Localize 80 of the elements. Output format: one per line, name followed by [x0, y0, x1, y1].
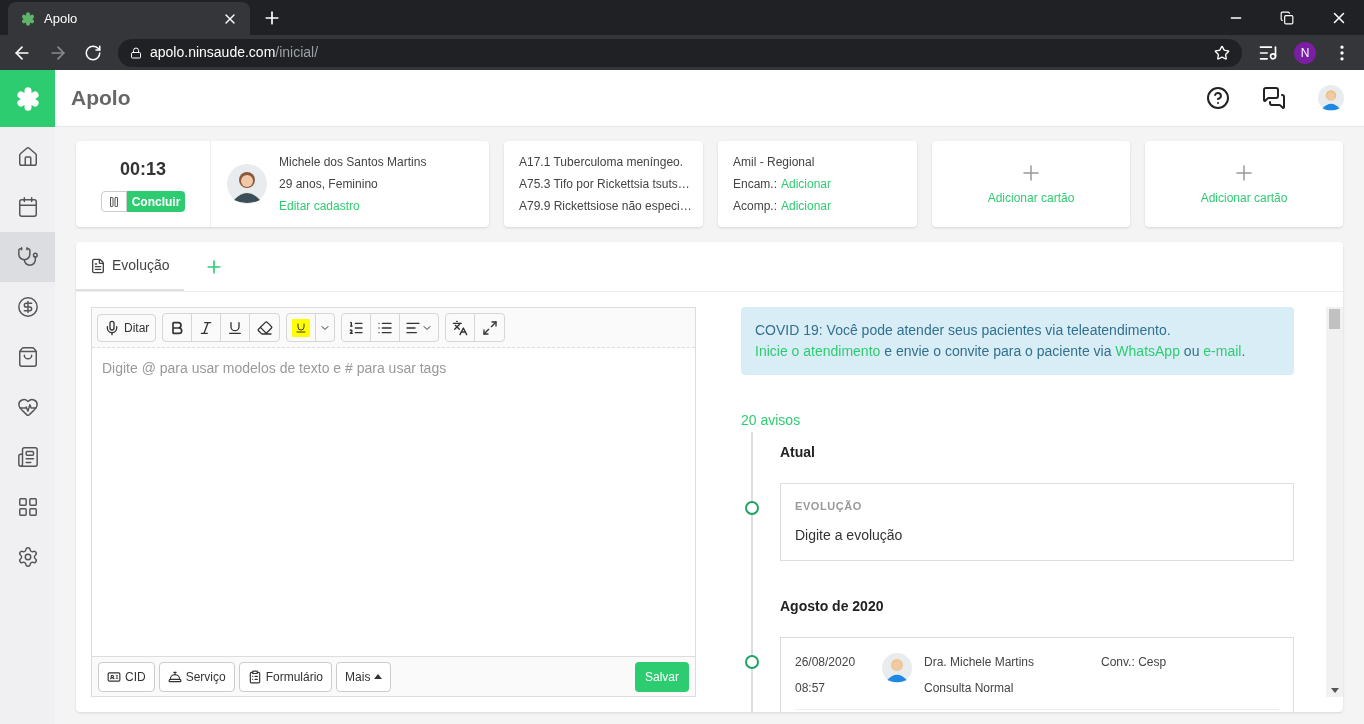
notice-link[interactable]: WhatsApp: [1115, 343, 1180, 359]
translate-icon: [452, 319, 469, 336]
editor-input[interactable]: Digite @ para usar modelos de texto e # para usar tags: [92, 348, 695, 656]
stethoscope-icon: [16, 246, 39, 268]
help-icon[interactable]: [1206, 86, 1230, 110]
sidebar-item[interactable]: [0, 232, 55, 282]
url-text: apolo.ninsaude.com/inicial/: [150, 43, 320, 62]
calendar-icon: [16, 196, 39, 218]
group-title: Agosto de 2020: [780, 596, 885, 616]
reload-icon[interactable]: [84, 43, 102, 62]
insurance-text: Conv.: Cesp: [1101, 653, 1167, 671]
add-link[interactable]: Adicionar: [781, 175, 832, 193]
heartbeat-icon: [16, 396, 39, 418]
user-avatar: [1318, 85, 1344, 111]
settings-icon: [16, 546, 39, 568]
chat-icon[interactable]: [1262, 86, 1286, 110]
star-icon[interactable]: [1214, 44, 1230, 61]
eraser-icon: [256, 319, 273, 336]
underline-icon: [227, 319, 244, 336]
footer-button[interactable]: Formulário: [238, 661, 333, 692]
scroll-down-icon[interactable]: [1330, 688, 1339, 693]
id-card-icon: [107, 669, 121, 684]
timer-text: 00:13: [119, 158, 166, 181]
address-bar[interactable]: apolo.ninsaude.com/inicial/: [118, 38, 1242, 67]
insurance-name: Amil - Regional: [733, 154, 816, 171]
clipboard-icon: [247, 669, 262, 684]
tab[interactable]: Evolução: [76, 242, 184, 291]
diagnosis-text: A17.1 Tuberculoma meníngeo.: [519, 154, 685, 171]
visit-date: 26/08/2020: [795, 653, 857, 671]
more-button[interactable]: Mais: [336, 661, 392, 692]
pause-icon: [107, 195, 120, 208]
patient-name: Michele dos Santos Martins: [279, 154, 427, 171]
text-editor[interactable]: Ditar Digite @ para usar modelos de texto e # para usar tags CID Serviço Formulário Mais Salvar: [91, 307, 696, 697]
field-label: Encam.:: [733, 176, 777, 193]
patient-info: 29 anos, Feminino: [279, 176, 379, 193]
microphone-icon: [104, 319, 120, 336]
add-card-button[interactable]: Adicionar cartão: [1145, 141, 1343, 227]
browser-tab[interactable]: Apolo: [8, 2, 250, 35]
caret-icon: [374, 674, 383, 679]
footer-button[interactable]: Serviço: [158, 661, 235, 692]
logo-tile[interactable]: [0, 70, 55, 127]
doctor-avatar: [882, 652, 912, 683]
patient-avatar: [227, 164, 267, 204]
field-label: Acomp.:: [733, 198, 777, 215]
visit-time: 08:57: [795, 679, 827, 697]
diagnosis-text: A79.9 Rickettsiose não especi…: [519, 198, 688, 215]
scrollbar-thumb[interactable]: [1329, 309, 1340, 329]
save-button[interactable]: Salvar: [635, 661, 689, 692]
document-icon: [16, 446, 39, 468]
dictate-button[interactable]: Ditar: [97, 313, 157, 342]
lock-icon: [130, 46, 142, 59]
visit-type: Consulta Normal: [924, 679, 1015, 697]
diagnosis-text: A75.3 Tifo por Rickettsia tsuts…: [519, 176, 688, 193]
add-card-button[interactable]: Adicionar cartão: [932, 141, 1130, 227]
tab-title: Apolo: [44, 9, 79, 28]
highlight-icon: [292, 318, 311, 337]
numbered-list-icon: [348, 319, 365, 336]
bell-icon: [167, 669, 182, 684]
add-link[interactable]: Adicionar: [781, 197, 832, 215]
home-icon: [16, 146, 39, 168]
card-label: EVOLUÇÃO: [795, 499, 863, 514]
notice-link[interactable]: Inicie o atendimento: [755, 343, 881, 359]
doctor-name: Dra. Michele Martins: [924, 653, 1036, 671]
app-title: Apolo: [71, 85, 132, 112]
bag-icon: [16, 346, 39, 368]
document-icon: [90, 257, 106, 274]
profile-avatar[interactable]: N: [1294, 41, 1316, 64]
dollar-icon: [16, 296, 39, 318]
alerts-count[interactable]: 20 avisos: [741, 410, 801, 431]
expand-icon: [481, 319, 498, 336]
grid-icon: [16, 496, 39, 518]
group-title: Atual: [780, 443, 816, 462]
edit-profile-link[interactable]: Editar cadastro: [279, 197, 427, 215]
restore-icon[interactable]: [1280, 10, 1294, 25]
finish-button[interactable]: Concluir: [126, 191, 186, 212]
footer-button[interactable]: CID: [98, 661, 155, 692]
app-logo-icon: [20, 10, 36, 27]
pause-button[interactable]: [100, 191, 127, 212]
card-text: Digite a evolução: [795, 525, 904, 545]
covid-notice: COVID 19: Você pode atender seus pacientes via teleatendimento. Inicie o atendimento e envie o convite para o paciente via WhatsApp ou e-mail.: [755, 321, 1247, 361]
